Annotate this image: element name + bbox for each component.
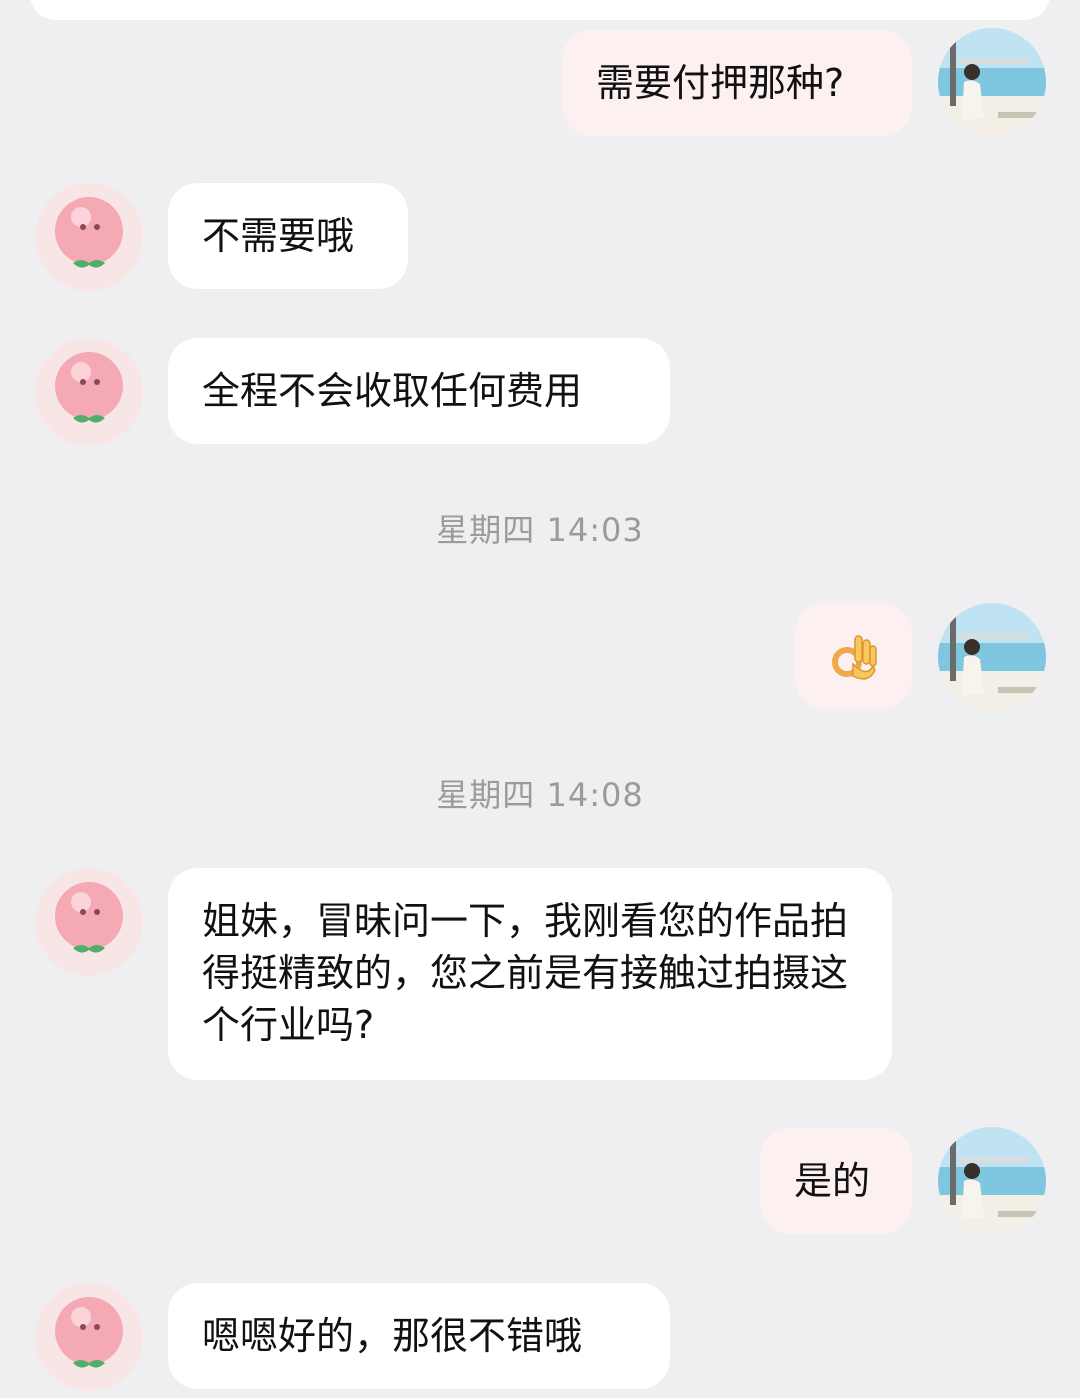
seaside-photo-avatar (938, 603, 1046, 711)
user-avatar[interactable] (938, 603, 1046, 711)
contact-avatar[interactable] (35, 1283, 143, 1391)
incoming-message-bubble[interactable]: 姐妹，冒昧问一下，我刚看您的作品拍得挺精致的，您之前是有接触过拍摄这个行业吗? (168, 868, 892, 1080)
message-text: 不需要哦 (202, 214, 355, 258)
timestamp: 星期四 14:03 (436, 511, 644, 549)
message-text: 全程不会收取任何费用 (202, 369, 583, 413)
message-text: 嗯嗯好的，那很不错哦 (202, 1314, 583, 1358)
contact-avatar[interactable] (35, 868, 143, 976)
message-text: 是的 (794, 1159, 871, 1203)
user-avatar[interactable] (938, 1127, 1046, 1235)
outgoing-message-bubble[interactable]: 是的 (760, 1128, 912, 1234)
previous-message-bubble[interactable] (30, 0, 1050, 20)
timestamp: 星期四 14:08 (436, 776, 644, 814)
message-text: 需要付押那种? (596, 61, 845, 105)
peach-avatar-icon (55, 197, 123, 268)
incoming-message-bubble[interactable]: 全程不会收取任何费用 (168, 338, 670, 444)
seaside-photo-avatar (938, 28, 1046, 136)
incoming-message-bubble[interactable]: 嗯嗯好的，那很不错哦 (168, 1283, 670, 1389)
user-avatar[interactable] (938, 28, 1046, 136)
seaside-photo-avatar (938, 1127, 1046, 1235)
ok-hand-icon (832, 635, 877, 680)
message-text: 姐妹，冒昧问一下，我刚看您的作品拍得挺精致的，您之前是有接触过拍摄这个行业吗? (202, 899, 849, 1047)
peach-avatar-icon (55, 882, 123, 953)
outgoing-message-bubble[interactable]: 需要付押那种? (562, 30, 912, 136)
contact-avatar[interactable] (35, 183, 143, 291)
peach-avatar-icon (55, 352, 123, 423)
contact-avatar[interactable] (35, 338, 143, 446)
incoming-message-bubble[interactable]: 不需要哦 (168, 183, 408, 289)
peach-avatar-icon (55, 1297, 123, 1368)
outgoing-emoji-bubble[interactable] (795, 603, 912, 709)
